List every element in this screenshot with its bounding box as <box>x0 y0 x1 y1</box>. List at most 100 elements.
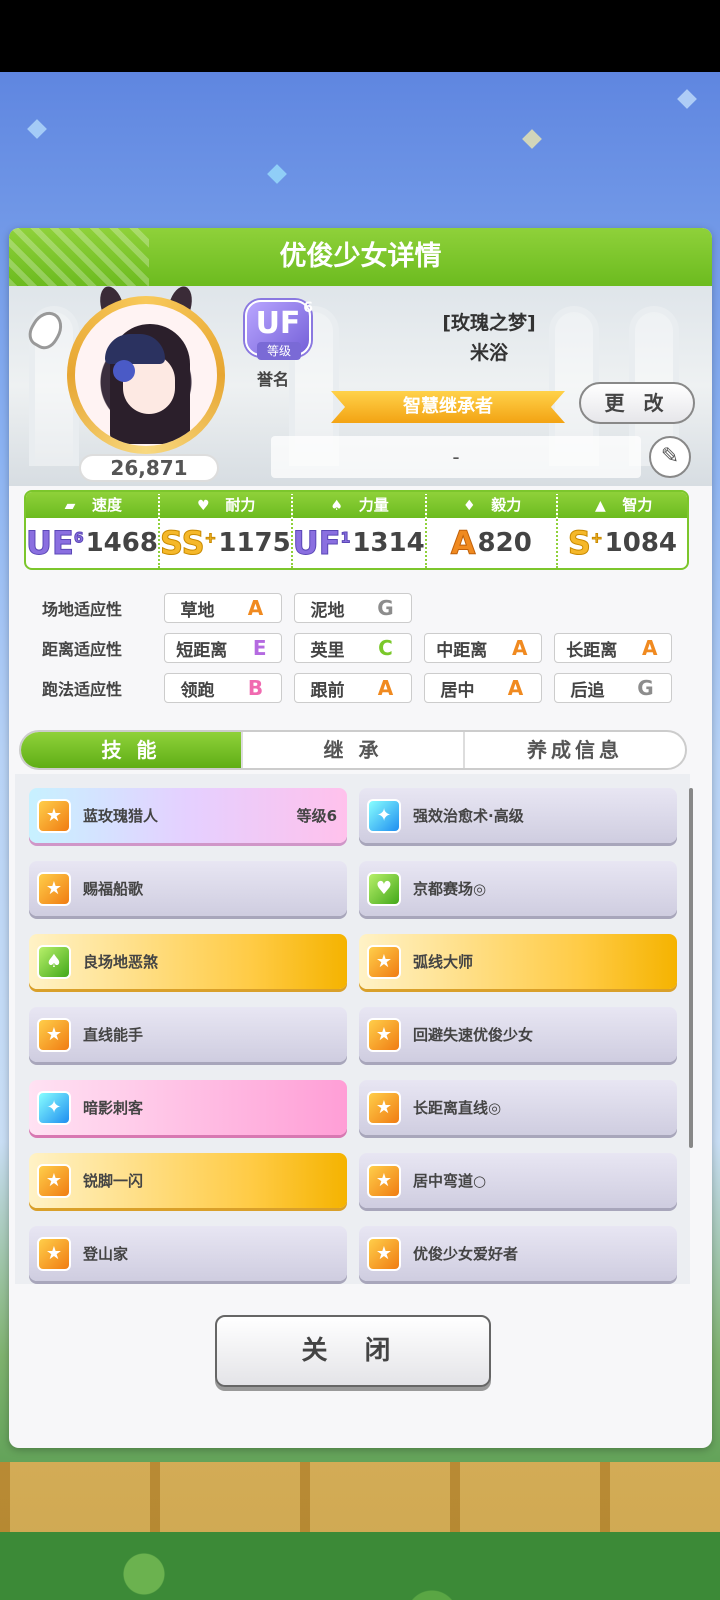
umamusume-detail-panel: 优俊少女详情 26,871 UF 6 等级 誉名 [玫瑰之梦] 米浴 智慧继承者… <box>9 228 712 1448</box>
stats-table: ▰ 速度 UE6 1468 ♥ 耐力 SS+ 1175 ♠ 力量 UF1 1314 ♦ 毅力 … <box>24 490 689 570</box>
skill-icon: ★ <box>367 1090 401 1125</box>
stat-value: 820 <box>477 528 532 558</box>
close-button[interactable]: 关 闭 <box>215 1315 491 1387</box>
skill-item[interactable]: ★ 直线能手 <box>29 1007 347 1062</box>
panel-title: 优俊少女详情 <box>279 241 442 272</box>
aptitude-label: 场地适应性 <box>42 600 123 619</box>
stat-grade: A <box>450 524 476 562</box>
aptitude-grade: A <box>642 636 658 660</box>
stat-value: 1084 <box>604 528 678 558</box>
skill-icon: ★ <box>367 1163 401 1198</box>
aptitude-cell: 短距离 E <box>164 633 282 663</box>
skill-icon: ★ <box>367 1017 401 1052</box>
aptitude-label: 跑法适应性 <box>42 680 123 699</box>
skill-icon: ★ <box>367 944 401 979</box>
avatar <box>75 304 217 446</box>
skill-item[interactable]: ★ 长距离直线◎ <box>359 1080 677 1135</box>
rank-badge[interactable]: UF 6 等级 <box>245 300 315 362</box>
character-name: 米浴 <box>469 342 508 364</box>
skill-item[interactable]: ♠ 良场地恶煞 <box>29 934 347 989</box>
aptitude-grade: A <box>512 636 528 660</box>
skill-list[interactable]: ★ 蓝玫瑰猎人 等级6 ✦ 强效治愈术·高级 ★ 赐福船歌 ♥ 京都赛场◎ ♠ 良场地恶煞 … <box>15 774 690 1284</box>
skill-level: 等级6 <box>296 807 337 825</box>
skill-item[interactable]: ♥ 京都赛场◎ <box>359 861 677 916</box>
aptitude-label: 距离适应性 <box>42 640 123 659</box>
skill-list-scrollbar[interactable] <box>689 788 693 1148</box>
character-portrait[interactable] <box>67 296 225 454</box>
tab-training-info[interactable]: 养成信息 <box>465 732 685 768</box>
stat-wisdom: ▲ 智力 S+ 1084 <box>557 492 687 568</box>
skill-item[interactable]: ★ 弧线大师 <box>359 934 677 989</box>
skill-item[interactable]: ✦ 强效治愈术·高级 <box>359 788 677 843</box>
skill-item[interactable]: ★ 回避失速优俊少女 <box>359 1007 677 1062</box>
skill-icon: ★ <box>37 871 71 906</box>
fan-count: 26,871 <box>79 454 219 482</box>
aptitude-row-track: 场地适应性 草地 A 泥地 G <box>24 588 704 628</box>
change-epithet-button[interactable]: 更 改 <box>579 382 695 424</box>
stat-grade: UF1 <box>292 524 351 562</box>
skill-icon: ★ <box>37 1017 71 1052</box>
stat-power: ♠ 力量 UF1 1314 <box>292 492 427 568</box>
panel-header: 优俊少女详情 <box>9 228 712 286</box>
aptitude-row-distance: 距离适应性 短距离 E 英里 C 中距离 A 长距离 A <box>24 628 704 668</box>
aptitude-grade: G <box>377 596 394 620</box>
stat-label: 力量 <box>358 496 389 514</box>
aptitude-row-style: 跑法适应性 领跑 B 跟前 A 居中 A 后追 G <box>24 668 704 708</box>
stat-speed: ▰ 速度 UE6 1468 <box>26 492 160 568</box>
stat-label: 速度 <box>91 496 122 514</box>
skill-item[interactable]: ★ 锐脚一闪 <box>29 1153 347 1208</box>
aptitude-cell: 跟前 A <box>294 673 412 703</box>
stat-grade: UE6 <box>26 524 84 562</box>
edit-comment-button[interactable]: ✎ <box>649 436 691 478</box>
aptitude-table: 场地适应性 草地 A 泥地 G 距离适应性 短距离 E 英里 C 中距离 A 长距离 A 跑… <box>24 588 704 708</box>
skill-item[interactable]: ★ 蓝玫瑰猎人 等级6 <box>29 788 347 843</box>
aptitude-grade: A <box>377 676 394 700</box>
stat-value: 1175 <box>218 528 291 558</box>
tab-inheritance[interactable]: 继 承 <box>243 732 465 768</box>
skill-item[interactable]: ★ 优俊少女爱好者 <box>359 1226 677 1281</box>
aptitude-cell: 后追 G <box>554 673 672 703</box>
skill-item[interactable]: ★ 赐福船歌 <box>29 861 347 916</box>
aptitude-grade: G <box>637 676 654 700</box>
skill-icon: ★ <box>367 1236 401 1271</box>
skill-icon: ✦ <box>37 1090 71 1125</box>
aptitude-grade: C <box>378 636 393 660</box>
detail-tabs: 技 能 继 承 养成信息 <box>19 730 687 770</box>
outfit-title: [玫瑰之梦] <box>442 312 536 334</box>
aptitude-cell: 泥地 G <box>294 593 412 623</box>
skill-icon: ★ <box>37 1163 71 1198</box>
stat-guts: ♦ 毅力 A 820 <box>426 492 558 568</box>
skill-item[interactable]: ✦ 暗影刺客 <box>29 1080 347 1135</box>
skill-item[interactable]: ★ 登山家 <box>29 1226 347 1281</box>
pencil-icon: ✎ <box>660 444 680 469</box>
stat-grade: SS+ <box>159 524 217 562</box>
shoe-icon: ▰ <box>64 498 76 514</box>
aptitude-cell: 中距离 A <box>424 633 542 663</box>
stat-grade: S+ <box>567 524 603 562</box>
stat-label: 耐力 <box>225 496 256 514</box>
tab-skills[interactable]: 技 能 <box>21 732 243 768</box>
heart-icon: ♥ <box>197 498 210 514</box>
aptitude-grade: A <box>507 676 524 700</box>
stat-label: 智力 <box>622 496 653 514</box>
stat-label: 毅力 <box>491 496 522 514</box>
skill-icon: ✦ <box>367 798 401 833</box>
rank-caption: 誉名 <box>257 370 290 389</box>
skill-item[interactable]: ★ 居中弯道○ <box>359 1153 677 1208</box>
aptitude-cell: 长距离 A <box>554 633 672 663</box>
skill-icon: ♠ <box>37 944 71 979</box>
aptitude-grade: A <box>247 596 264 620</box>
aptitude-cell: 英里 C <box>294 633 412 663</box>
profile-area: 26,871 UF 6 等级 誉名 [玫瑰之梦] 米浴 智慧继承者 更 改 - … <box>9 283 712 486</box>
aptitude-cell: 领跑 B <box>164 673 282 703</box>
skill-icon: ★ <box>37 798 71 833</box>
flame-icon: ♦ <box>462 498 476 514</box>
status-bar <box>0 0 720 72</box>
epithet-ribbon: 智慧继承者 <box>331 391 565 423</box>
arm-icon: ♠ <box>330 498 343 514</box>
stat-value: 1468 <box>85 528 158 558</box>
aptitude-grade: B <box>247 676 264 700</box>
stat-value: 1314 <box>352 528 425 558</box>
aptitude-grade: E <box>252 636 267 660</box>
rank-sup: 6 <box>303 300 313 316</box>
